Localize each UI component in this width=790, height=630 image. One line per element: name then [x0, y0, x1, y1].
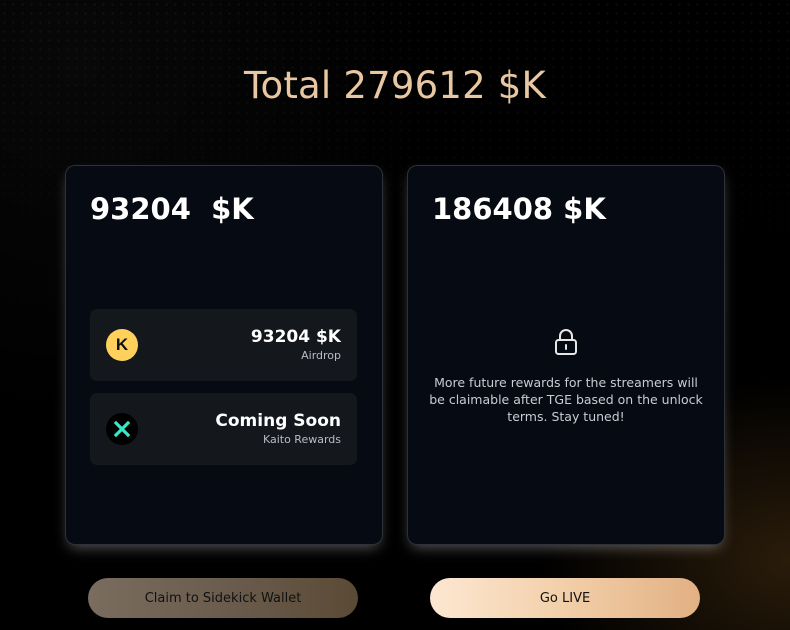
- reward-row-airdrop: K 93204 $K Airdrop: [90, 309, 357, 381]
- card-amount: 186408 $K: [432, 192, 606, 226]
- reward-amount: 93204 $K: [250, 327, 341, 347]
- page-title: Total 279612 $K: [244, 64, 546, 107]
- reward-label: Kaito Rewards: [262, 433, 341, 446]
- go-live-button[interactable]: Go LIVE: [430, 578, 700, 618]
- locked-message: More future rewards for the streamers wi…: [429, 375, 703, 424]
- reward-row-kaito: Coming Soon Kaito Rewards: [90, 393, 357, 465]
- reward-label: Airdrop: [301, 349, 341, 362]
- airdrop-card: 93204 $K K 93204 $K Airdrop Coming Soon …: [65, 165, 383, 545]
- card-amount: 93204 $K: [90, 192, 254, 226]
- locked-rewards-card: 186408 $K More future rewards for the st…: [407, 165, 725, 545]
- lock-icon: [554, 328, 578, 356]
- rewards-page: Total 279612 $K 93204 $K K 93204 $K Aird…: [0, 0, 790, 630]
- claim-to-wallet-button[interactable]: Claim to Sidekick Wallet: [88, 578, 358, 618]
- kaito-x-icon: [106, 413, 138, 445]
- reward-status: Coming Soon: [215, 411, 341, 431]
- kaito-k-icon: K: [106, 329, 138, 361]
